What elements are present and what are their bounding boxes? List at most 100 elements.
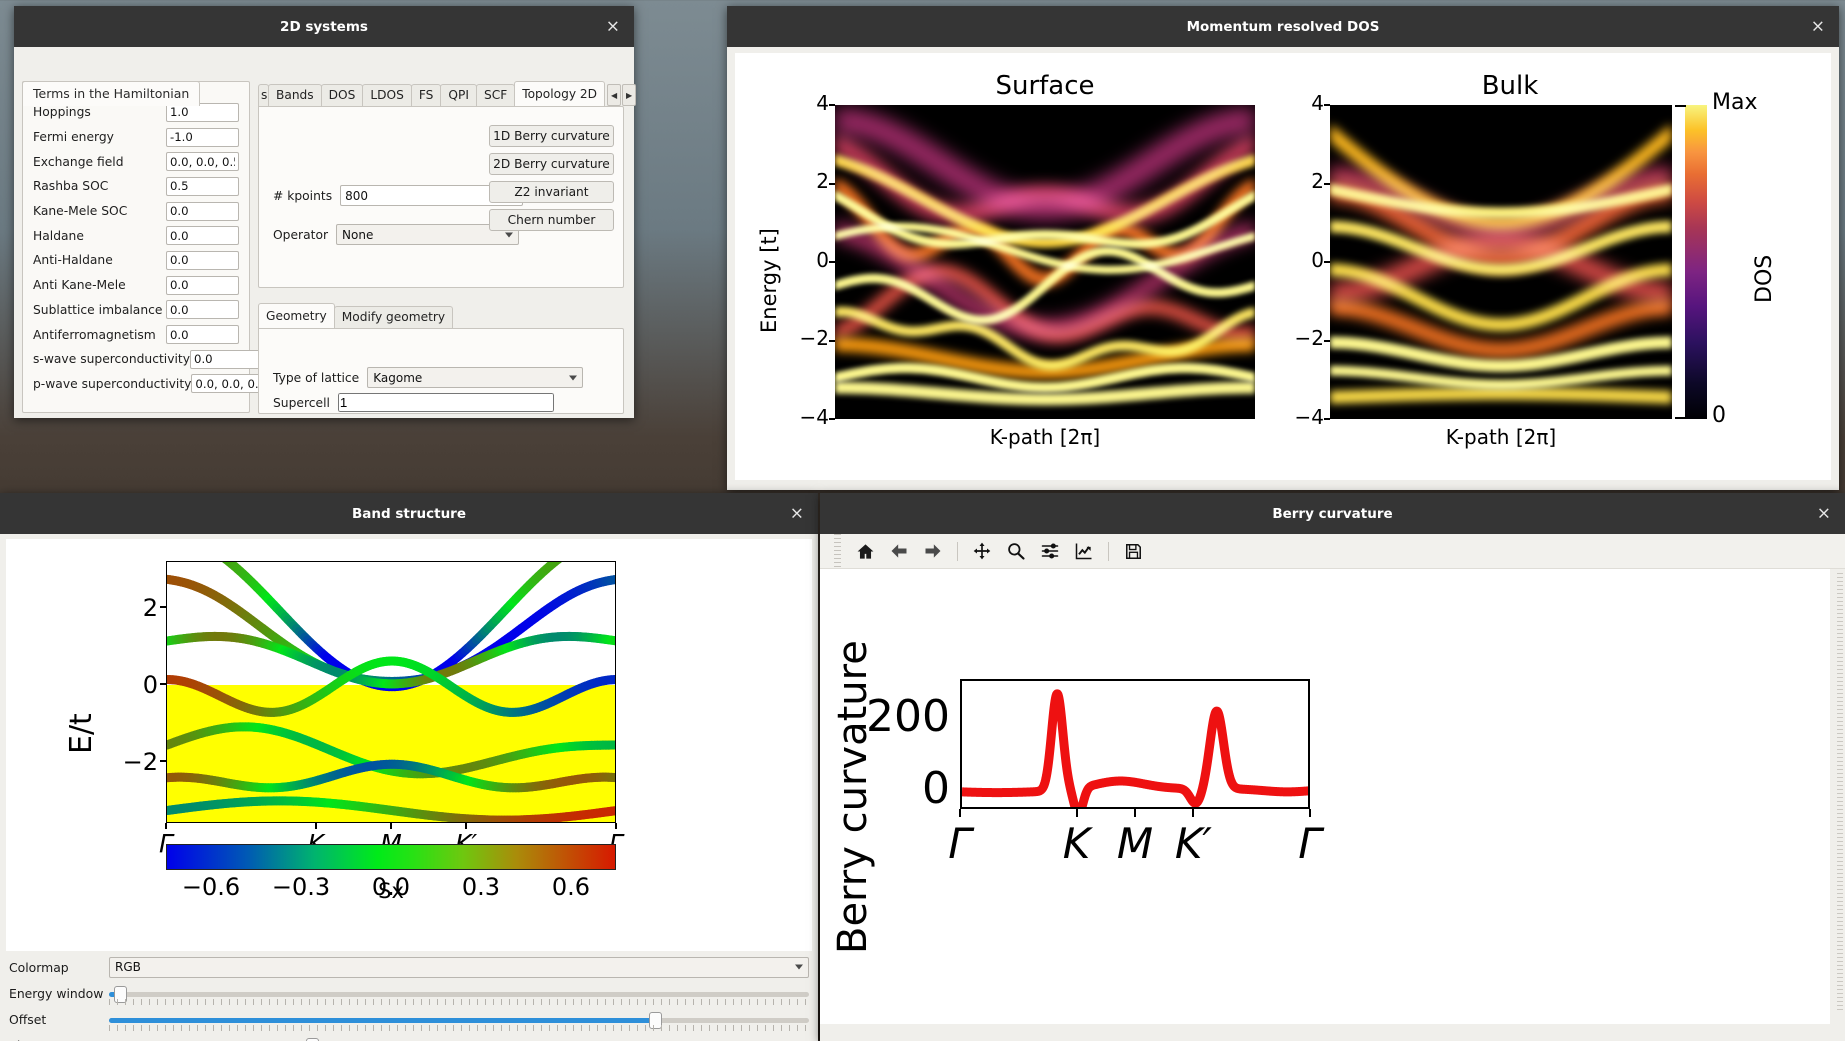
toolbar-separator: [1108, 541, 1109, 561]
window-momentum-resolved-dos[interactable]: Momentum resolved DOS × Surface Energy […: [727, 6, 1839, 490]
window-2d-systems[interactable]: 2D systems × Terms in the Hamiltonian Ho…: [14, 6, 637, 418]
hamiltonian-input-8[interactable]: [166, 300, 239, 320]
chevron-left-icon[interactable]: ◀: [607, 84, 622, 106]
supercell-row: Supercell: [273, 393, 554, 412]
chart-ylabel-energy: Energy [t]: [757, 228, 781, 333]
pan-move-icon[interactable]: [967, 537, 997, 565]
tab-modify-geometry[interactable]: Modify geometry: [333, 306, 454, 328]
ytick-label: −2: [799, 326, 829, 351]
toolbar-grip[interactable]: [834, 534, 841, 568]
hamiltonian-input-1[interactable]: [166, 127, 239, 147]
size-knob[interactable]: [306, 1037, 319, 1041]
hamiltonian-row: Anti Kane-Mele: [33, 273, 239, 298]
band-structure-plot[interactable]: [166, 561, 616, 823]
tab-qpi[interactable]: QPI: [440, 84, 477, 106]
tab-terms-in-hamiltonian[interactable]: Terms in the Hamiltonian: [22, 81, 201, 106]
lattice-select[interactable]: Kagome: [367, 367, 584, 388]
geometry-tabstrip[interactable]: Geometry Modify geometry: [258, 303, 624, 328]
group-terms-in-hamiltonian: Terms in the Hamiltonian Hoppings Fermi e…: [22, 81, 265, 413]
operator-value: None: [342, 227, 374, 242]
xtick-label: Γ: [948, 819, 972, 868]
colorbar-dos: [1685, 105, 1707, 419]
hamiltonian-row: Anti-Haldane: [33, 248, 239, 273]
colormap-select[interactable]: RGB: [109, 956, 809, 978]
hamiltonian-input-9[interactable]: [166, 325, 239, 345]
energy-window-slider[interactable]: [109, 985, 809, 1003]
back-arrow-icon[interactable]: [884, 537, 914, 565]
lattice-value: Kagome: [373, 370, 423, 385]
energy-window-ticks: [109, 998, 809, 1005]
colormap-row: Colormap RGB: [0, 954, 818, 980]
matplotlib-toolbar[interactable]: [820, 534, 1845, 569]
hamiltonian-input-4[interactable]: [166, 201, 239, 221]
colormap-label: Colormap: [9, 959, 69, 975]
tab-geometry[interactable]: Geometry: [258, 303, 335, 328]
tab-bands[interactable]: Bands: [268, 84, 322, 106]
hamiltonian-input-10[interactable]: [190, 349, 264, 369]
hamiltonian-input-5[interactable]: [166, 226, 239, 246]
titlebar-2d-systems[interactable]: 2D systems ×: [14, 6, 634, 47]
chevron-right-icon[interactable]: ▶: [622, 84, 637, 106]
heatmap-bulk[interactable]: [1330, 105, 1672, 419]
tab-dos[interactable]: DOS: [320, 84, 364, 106]
tab-scroll-arrows[interactable]: ◀ ▶: [606, 84, 637, 106]
ytick-label: 2: [1311, 169, 1324, 194]
button-2d-berry-curvature[interactable]: 2D Berry curvature: [489, 153, 614, 175]
titlebar-berry-curvature[interactable]: Berry curvature ×: [820, 493, 1845, 534]
xtick-mark: [1309, 809, 1311, 817]
hamiltonian-row: s-wave superconductivity: [33, 347, 264, 372]
save-figure-icon[interactable]: [1118, 537, 1148, 565]
button-chern-number[interactable]: Chern number: [489, 209, 614, 231]
tab-ldos[interactable]: LDOS: [362, 84, 412, 106]
home-icon[interactable]: [850, 537, 880, 565]
heatmap-surface[interactable]: [835, 105, 1255, 419]
hamiltonian-input-3[interactable]: [166, 176, 239, 196]
close-icon[interactable]: ×: [606, 18, 620, 35]
edit-axis-icon[interactable]: [1069, 537, 1099, 565]
berry-curvature-canvas[interactable]: Berry curvature 0 200 Γ K M K′ Γ: [820, 569, 1830, 1024]
tab-topology-2d[interactable]: Topology 2D: [514, 81, 606, 106]
titlebar-momentum-dos[interactable]: Momentum resolved DOS ×: [727, 6, 1839, 47]
energy-window-label: Energy window: [9, 985, 104, 1001]
supercell-input[interactable]: [337, 393, 554, 412]
band-structure-canvas[interactable]: E/t −202 ΓKMK′Γ −0.6−0.30.00.30.6 Sx: [6, 539, 812, 951]
berry-curvature-plot[interactable]: [960, 679, 1310, 809]
button-z2-invariant[interactable]: Z2 invariant: [489, 181, 614, 203]
momentum-dos-canvas[interactable]: Surface Energy [t] −4 −2 0 2 4 K-path [2π] B…: [735, 53, 1831, 480]
berry-scroll-grip[interactable]: [1837, 573, 1843, 1013]
zoom-magnifier-icon[interactable]: [1001, 537, 1031, 565]
ytick-label: 2: [816, 169, 829, 194]
close-icon[interactable]: ×: [1811, 18, 1825, 35]
window-body-2d-systems: Terms in the Hamiltonian Hoppings Fermi e…: [14, 47, 637, 418]
hamiltonian-input-7[interactable]: [166, 275, 239, 295]
size-row: Size: [0, 1032, 818, 1041]
tab-fs[interactable]: FS: [410, 84, 442, 106]
offset-row: Offset: [0, 1006, 818, 1032]
ytick-label: 0: [922, 763, 950, 815]
button-1d-berry-curvature[interactable]: 1D Berry curvature: [489, 125, 614, 147]
titlebar-band-structure[interactable]: Band structure ×: [0, 493, 818, 534]
window-berry-curvature[interactable]: Berry curvature × Berry curvature 0 200 …: [820, 493, 1845, 1041]
hamiltonian-input-2[interactable]: [166, 152, 239, 172]
chart-ylabel-e-over-t: E/t: [64, 713, 99, 754]
hamiltonian-row: Antiferromagnetism: [33, 322, 239, 347]
lattice-label: Type of lattice: [273, 370, 360, 385]
forward-arrow-icon[interactable]: [918, 537, 948, 565]
panel-geometry: Type of lattice Kagome Supercell: [258, 328, 624, 414]
notebook-tabstrip[interactable]: s Bands DOS LDOS FS QPI SCF Topology 2D ◀ ▶: [258, 81, 637, 106]
close-icon[interactable]: ×: [790, 505, 804, 522]
colormap-field: RGB: [109, 956, 809, 978]
tab-scf[interactable]: SCF: [475, 84, 516, 106]
close-icon[interactable]: ×: [1817, 505, 1831, 522]
xtick-mark: [1192, 809, 1195, 817]
window-band-structure[interactable]: Band structure × E/t −202 ΓKMK′Γ −0.6−0.…: [0, 493, 818, 1041]
hamiltonian-label-5: Haldane: [33, 228, 84, 243]
hamiltonian-row: p-wave superconductivity: [33, 372, 265, 397]
hamiltonian-input-6[interactable]: [166, 250, 239, 270]
notebook-geometry: Geometry Modify geometry Type of lattice …: [258, 303, 624, 414]
configure-subplots-icon[interactable]: [1035, 537, 1065, 565]
offset-slider[interactable]: [109, 1011, 809, 1029]
hamiltonian-input-11[interactable]: [191, 374, 265, 394]
kpoints-label: # kpoints: [273, 188, 333, 203]
operator-label: Operator: [273, 227, 329, 242]
